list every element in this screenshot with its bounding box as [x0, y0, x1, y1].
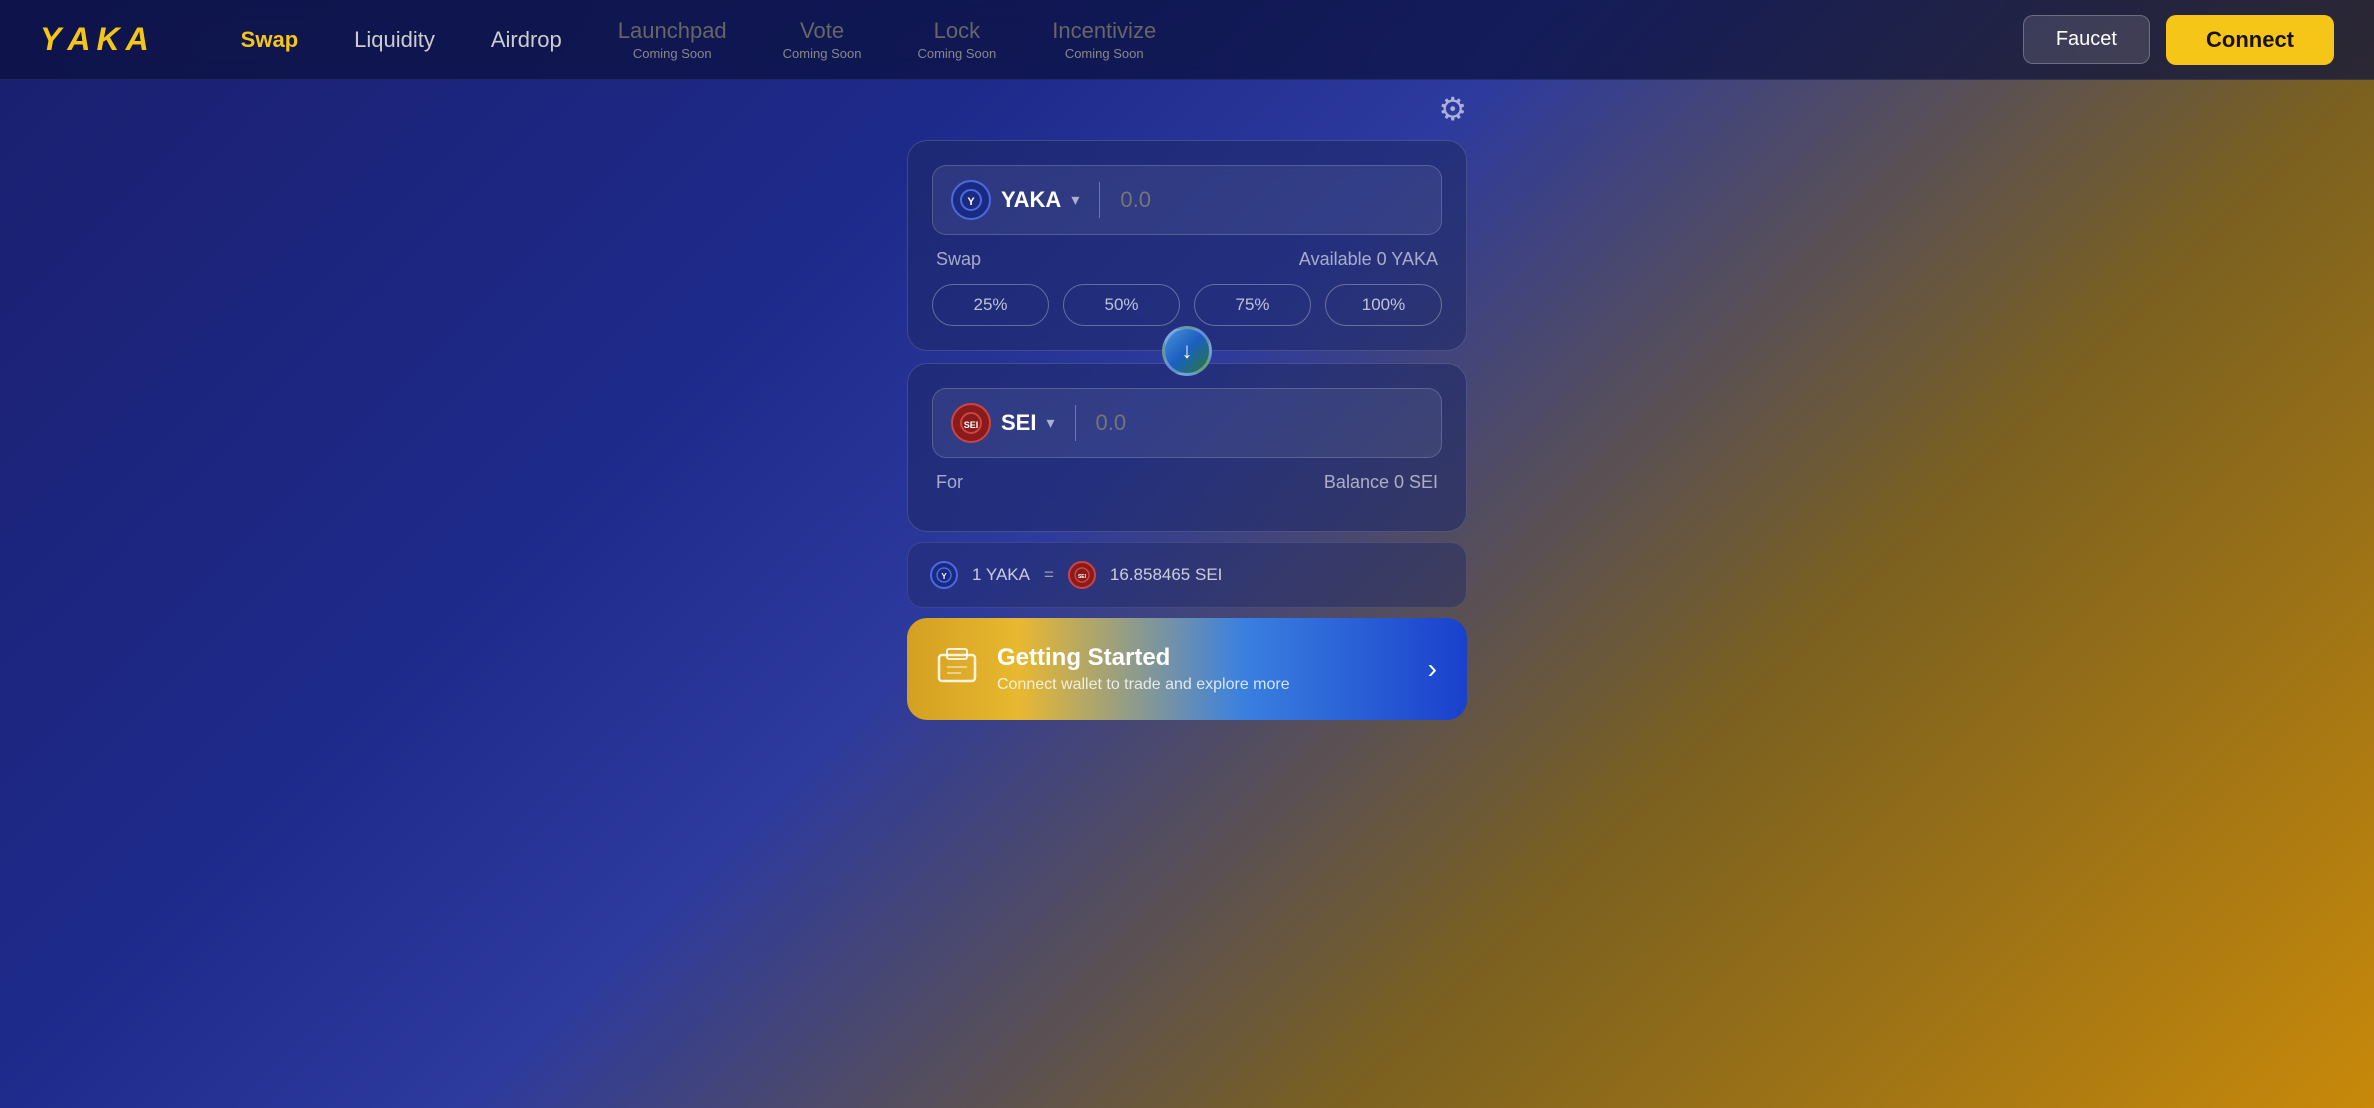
- nav-item-liquidity[interactable]: Liquidity: [326, 17, 463, 63]
- rate-from-amount: 1 YAKA: [972, 565, 1030, 585]
- swap-arrow-icon: ↓: [1182, 338, 1193, 364]
- percent-50-button[interactable]: 50%: [1063, 284, 1180, 326]
- swap-label: Swap: [936, 249, 981, 270]
- logo: YAKA: [40, 21, 153, 58]
- swap-info-row: Swap Available 0 YAKA: [932, 249, 1442, 270]
- percent-100-button[interactable]: 100%: [1325, 284, 1442, 326]
- rate-equal: =: [1044, 565, 1054, 585]
- rate-sei-icon: SEI: [1068, 561, 1096, 589]
- nav-item-swap[interactable]: Swap: [213, 17, 326, 63]
- from-token-selector[interactable]: Y YAKA ▾: [951, 180, 1079, 220]
- from-amount-input[interactable]: [1120, 187, 1423, 213]
- nav-item-lock: Lock Coming Soon: [889, 8, 1024, 71]
- balance-label: Balance 0 SEI: [1324, 472, 1438, 493]
- from-token-chevron: ▾: [1071, 190, 1079, 210]
- available-label: Available 0 YAKA: [1299, 249, 1438, 270]
- rate-yaka-icon: Y: [930, 561, 958, 589]
- from-card: Y YAKA ▾ Swap Available 0 YAKA 25% 50% 7…: [907, 140, 1467, 351]
- nav-item-incentivize: Incentivize Coming Soon: [1024, 8, 1184, 71]
- percent-25-button[interactable]: 25%: [932, 284, 1049, 326]
- svg-text:SEI: SEI: [1078, 574, 1087, 580]
- yaka-icon: Y: [951, 180, 991, 220]
- getting-started-title: Getting Started: [997, 644, 1290, 672]
- getting-started-arrow-icon: ›: [1428, 653, 1437, 685]
- swap-direction-button[interactable]: ↓: [1162, 326, 1212, 376]
- to-token-chevron: ▾: [1046, 413, 1054, 433]
- connect-button[interactable]: Connect: [2166, 15, 2334, 65]
- swap-container: ⚙ Y YAKA ▾ Swap Av: [907, 140, 1467, 720]
- sei-icon: SEI: [951, 403, 991, 443]
- to-amount-input[interactable]: [1096, 410, 1424, 436]
- to-token-row: SEI SEI ▾: [932, 388, 1442, 458]
- svg-text:Y: Y: [941, 572, 947, 581]
- percent-buttons: 25% 50% 75% 100%: [932, 284, 1442, 326]
- rate-card: Y 1 YAKA = SEI 16.858465 SEI: [907, 542, 1467, 608]
- main-content: ⚙ Y YAKA ▾ Swap Av: [0, 80, 2374, 720]
- nav-item-vote: Vote Coming Soon: [755, 8, 890, 71]
- faucet-button[interactable]: Faucet: [2023, 15, 2150, 64]
- for-label: For: [936, 472, 963, 493]
- getting-started-icon: [937, 647, 977, 692]
- to-info-row: For Balance 0 SEI: [932, 472, 1442, 493]
- nav-right: Faucet Connect: [2023, 15, 2334, 65]
- getting-started-card[interactable]: Getting Started Connect wallet to trade …: [907, 618, 1467, 720]
- rate-to-amount: 16.858465 SEI: [1110, 565, 1222, 585]
- getting-started-text: Getting Started Connect wallet to trade …: [997, 644, 1290, 694]
- to-token-selector[interactable]: SEI SEI ▾: [951, 403, 1055, 443]
- nav-items: Swap Liquidity Airdrop Launchpad Coming …: [213, 8, 2023, 71]
- getting-started-subtitle: Connect wallet to trade and explore more: [997, 676, 1290, 694]
- settings-icon[interactable]: ⚙: [1438, 90, 1467, 128]
- getting-started-left: Getting Started Connect wallet to trade …: [937, 644, 1290, 694]
- nav-item-airdrop[interactable]: Airdrop: [463, 17, 590, 63]
- from-token-name: YAKA: [1001, 187, 1061, 213]
- navbar: YAKA Swap Liquidity Airdrop Launchpad Co…: [0, 0, 2374, 80]
- to-input-divider: [1075, 405, 1076, 441]
- percent-75-button[interactable]: 75%: [1194, 284, 1311, 326]
- to-token-name: SEI: [1001, 410, 1036, 436]
- svg-text:Y: Y: [967, 196, 975, 208]
- from-token-row: Y YAKA ▾: [932, 165, 1442, 235]
- nav-item-launchpad: Launchpad Coming Soon: [590, 8, 755, 71]
- input-divider: [1099, 182, 1100, 218]
- svg-text:SEI: SEI: [964, 420, 979, 430]
- to-card: SEI SEI ▾ For Balance 0 SEI: [907, 363, 1467, 532]
